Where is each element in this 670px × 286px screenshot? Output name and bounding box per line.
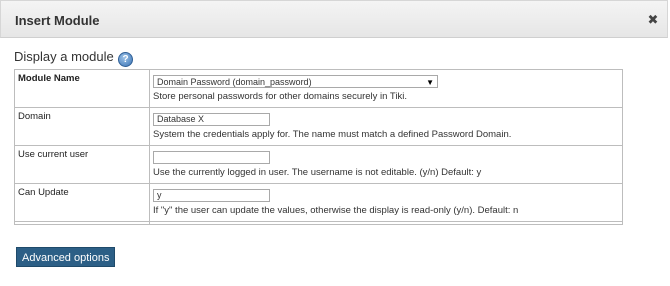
domain-input[interactable]: Database X [153, 113, 270, 126]
field-label-use-current-user: Use current user [14, 145, 150, 184]
table-row: Module Name Domain Password (domain_pass… [14, 69, 623, 108]
field-label-domain: Domain [14, 107, 150, 146]
field-description-module-name: Store personal passwords for other domai… [153, 91, 407, 102]
field-description-domain: System the credentials apply for. The na… [153, 129, 512, 140]
module-name-select[interactable]: Domain Password (domain_password) ▼ [153, 75, 438, 88]
field-cell-use-current-user: Use the currently logged in user. The us… [149, 145, 623, 184]
module-name-select-value: Domain Password (domain_password) [157, 77, 312, 87]
module-params-table: Module Name Domain Password (domain_pass… [14, 69, 623, 225]
field-label-module-name: Module Name [14, 69, 150, 108]
table-row: Use current user Use the currently logge… [14, 145, 623, 184]
section-title: Display a module [14, 49, 114, 64]
advanced-options-button[interactable]: Advanced options [16, 247, 116, 267]
spacer-cell [14, 221, 150, 225]
spacer-cell [149, 221, 623, 225]
can-update-input[interactable]: y [153, 189, 270, 202]
table-row: Can Update y If "y" the user can update … [14, 183, 623, 222]
use-current-user-input[interactable] [153, 151, 270, 164]
field-label-can-update: Can Update [14, 183, 150, 222]
field-cell-domain: Database X System the credentials apply … [149, 107, 623, 146]
table-spacer-row [14, 221, 623, 225]
help-icon[interactable]: ? [118, 52, 133, 67]
field-description-use-current-user: Use the currently logged in user. The us… [153, 167, 482, 178]
field-cell-can-update: y If "y" the user can update the values,… [149, 183, 623, 222]
dialog-title: Insert Module [15, 13, 100, 28]
table-row: Domain Database X System the credentials… [14, 107, 623, 146]
close-icon[interactable]: ✖ [645, 12, 661, 28]
field-description-can-update: If "y" the user can update the values, o… [153, 205, 519, 216]
dialog-header: Insert Module ✖ [0, 0, 668, 38]
dropdown-arrow-icon: ▼ [426, 78, 434, 87]
field-cell-module-name: Domain Password (domain_password) ▼ Stor… [149, 69, 623, 108]
